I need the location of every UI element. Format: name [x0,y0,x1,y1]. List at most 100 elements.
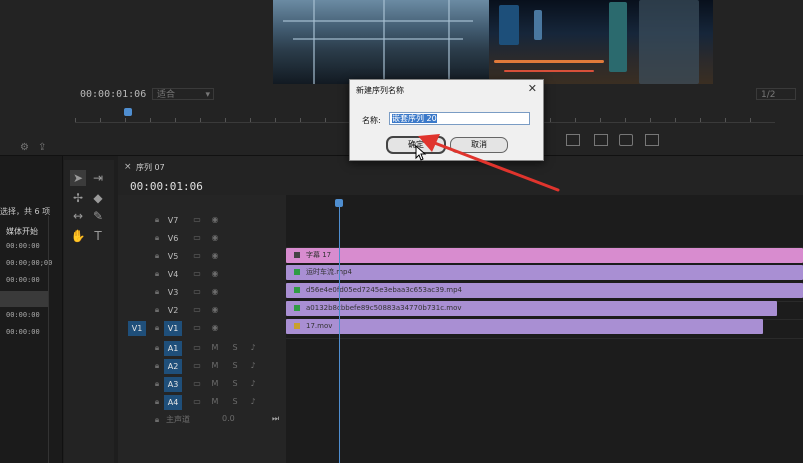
track-label[interactable]: A4 [164,395,182,410]
sync-icon[interactable]: ▭ [192,213,202,227]
track-label[interactable]: A2 [164,359,182,374]
column-header-media-start[interactable]: 媒体开始 [6,226,38,237]
sequence-name-input[interactable]: 嵌套序列 20 [389,112,530,125]
sync-icon[interactable]: ▭ [192,303,202,317]
track-label[interactable]: V2 [164,303,182,318]
type-tool-icon[interactable]: T [90,228,106,244]
sync-icon[interactable]: ▭ [192,231,202,245]
slip-tool-icon[interactable]: ↔ [70,208,86,224]
track-header-v6[interactable]: 🔒︎ V6 ▭ ◉ [118,230,286,247]
lock-icon[interactable]: 🔒︎ [152,213,162,227]
hand-tool-icon[interactable]: ✋ [70,228,86,244]
timeline-timecode[interactable]: 00:00:01:06 [130,180,203,193]
eye-icon[interactable]: ◉ [210,213,220,227]
clip-v1[interactable]: 17.mov [286,319,763,334]
close-icon[interactable]: × [124,162,132,172]
mic-icon[interactable]: ♪ [248,359,258,373]
sync-icon[interactable]: ▭ [192,249,202,263]
mic-icon[interactable]: ♪ [248,395,258,409]
lock-icon[interactable]: 🔒︎ [152,413,162,427]
clip-v5[interactable]: 字幕 17 [286,248,803,263]
solo-icon[interactable]: S [230,341,240,355]
mute-icon[interactable]: M [210,377,220,391]
track-label[interactable]: V5 [164,249,182,264]
track-select-tool-icon[interactable]: ⇥ [90,170,106,186]
ripple-edit-tool-icon[interactable]: ✢ [70,190,86,206]
lock-icon[interactable]: 🔒︎ [152,395,162,409]
settings-icon[interactable]: ⚙ [20,142,29,153]
track-header-a1[interactable]: 🔒︎ A1 ▭ M S ♪ [118,340,286,357]
monitor-playhead[interactable] [124,108,132,116]
lock-icon[interactable]: 🔒︎ [152,231,162,245]
track-header-a3[interactable]: 🔒︎ A3 ▭ M S ♪ [118,376,286,393]
sync-icon[interactable]: ▭ [192,341,202,355]
track-label[interactable]: V3 [164,285,182,300]
razor-tool-icon[interactable]: ◆ [90,190,106,206]
resolution-dropdown[interactable]: 1/2 [756,88,796,100]
sync-icon[interactable]: ▭ [192,321,202,335]
track-header-v2[interactable]: 🔒︎ V2 ▭ ◉ [118,302,286,319]
track-header-v1[interactable]: V1 🔒︎ V1 ▭ ◉ [118,320,286,337]
lock-icon[interactable]: 🔒︎ [152,303,162,317]
tab-sequence[interactable]: 序列 07 [136,162,165,173]
mute-icon[interactable]: M [210,341,220,355]
go-to-end-icon[interactable]: ⏭ [272,414,279,424]
solo-icon[interactable]: S [230,359,240,373]
export-icon[interactable]: ⇪ [38,142,46,153]
sync-icon[interactable]: ▭ [192,395,202,409]
camera-icon[interactable] [619,134,633,146]
master-value[interactable]: 0.0 [222,414,235,423]
playhead-handle[interactable] [335,199,343,207]
clip-v3[interactable]: d56e4e0fd05ed7245e3ebaa3c653ac39.mp4 [286,283,803,298]
list-item[interactable]: 00:00:00 [6,311,40,319]
list-item[interactable]: 00:00:00 [6,328,40,336]
sync-icon[interactable]: ▭ [192,285,202,299]
sync-icon[interactable]: ▭ [192,377,202,391]
list-item[interactable]: 00:00:00 [6,276,40,284]
eye-icon[interactable]: ◉ [210,285,220,299]
mute-icon[interactable]: M [210,395,220,409]
mute-icon[interactable]: M [210,359,220,373]
track-label[interactable]: A3 [164,377,182,392]
lock-icon[interactable]: 🔒︎ [152,249,162,263]
track-header-v3[interactable]: 🔒︎ V3 ▭ ◉ [118,284,286,301]
track-header-a2[interactable]: 🔒︎ A2 ▭ M S ♪ [118,358,286,375]
track-label[interactable]: A1 [164,341,182,356]
solo-icon[interactable]: S [230,377,240,391]
eye-icon[interactable]: ◉ [210,303,220,317]
track-header-v4[interactable]: 🔒︎ V4 ▭ ◉ [118,266,286,283]
clip-v4[interactable]: 运时车流.mp4 [286,265,803,280]
button-editor-icon[interactable] [645,134,659,146]
lock-icon[interactable]: 🔒︎ [152,341,162,355]
list-item[interactable]: 00:00;00;00 [6,259,52,267]
eye-icon[interactable]: ◉ [210,249,220,263]
list-item-selected[interactable] [0,291,48,307]
track-header-a4[interactable]: 🔒︎ A4 ▭ M S ♪ [118,394,286,411]
sync-icon[interactable]: ▭ [192,267,202,281]
eye-icon[interactable]: ◉ [210,267,220,281]
track-label[interactable]: V6 [164,231,182,246]
overwrite-icon[interactable] [594,134,608,146]
track-header-v7[interactable]: 🔒︎ V7 ▭ ◉ [118,212,286,229]
selection-tool-icon[interactable]: ➤ [70,170,86,186]
monitor-timecode[interactable]: 00:00:01:06 [80,89,146,100]
eye-icon[interactable]: ◉ [210,321,220,335]
sync-icon[interactable]: ▭ [192,359,202,373]
track-header-master[interactable]: 🔒︎ 主声道 0.0 ⏭ [118,412,286,429]
lock-icon[interactable]: 🔒︎ [152,267,162,281]
solo-icon[interactable]: S [230,395,240,409]
lock-icon[interactable]: 🔒︎ [152,377,162,391]
track-label[interactable]: V7 [164,213,182,228]
mic-icon[interactable]: ♪ [248,377,258,391]
track-header-v5[interactable]: 🔒︎ V5 ▭ ◉ [118,248,286,265]
track-label[interactable]: V4 [164,267,182,282]
pen-tool-icon[interactable]: ✎ [90,208,106,224]
dialog-close-button[interactable]: ✕ [528,82,537,95]
clip-v2[interactable]: a0132b8cbbefe89c50883a34770b731c.mov [286,301,777,316]
mic-icon[interactable]: ♪ [248,341,258,355]
list-item[interactable]: 00:00:00 [6,242,40,250]
timeline-playhead[interactable] [339,200,340,463]
track-label[interactable]: V1 [164,321,182,336]
fit-dropdown[interactable]: 适合 ▾ [152,88,214,100]
source-patch-v1[interactable]: V1 [128,321,146,336]
